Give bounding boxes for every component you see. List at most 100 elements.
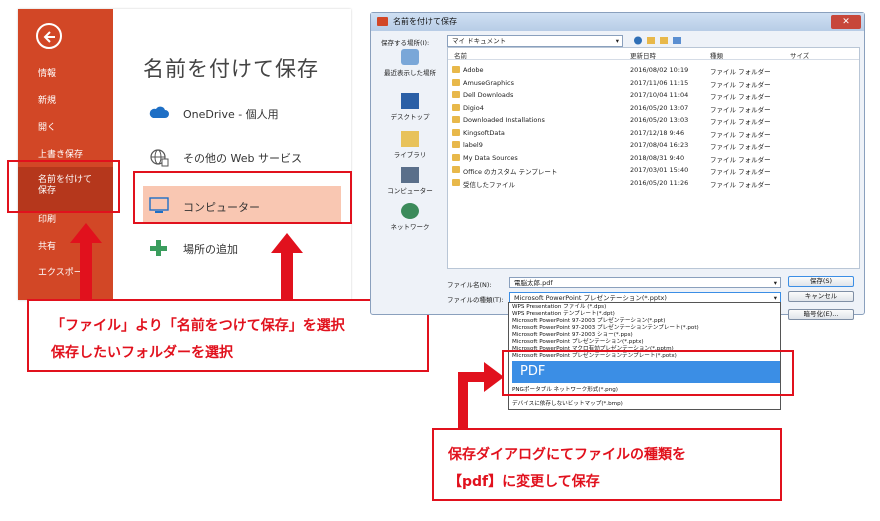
table-row[interactable]: 受信したファイル 2016/05/20 11:26 ファイル フォルダー <box>448 177 859 190</box>
file-type: ファイル フォルダー <box>710 168 771 176</box>
place-libraries[interactable]: ライブラリ <box>377 131 443 159</box>
location-label: 場所の追加 <box>183 243 238 256</box>
location-add-place[interactable]: 場所の追加 <box>143 228 343 268</box>
folder-icon <box>452 103 460 111</box>
table-row[interactable]: Adobe 2016/08/02 10:19 ファイル フォルダー <box>448 64 859 77</box>
column-date[interactable]: 更新日時 <box>630 50 656 60</box>
table-row[interactable]: Office のカスタム テンプレート 2017/03/01 15:40 ファイル … <box>448 164 859 177</box>
table-row[interactable]: Downloaded Installations 2016/05/20 13:03… <box>448 114 859 127</box>
file-date: 2017/12/18 9:46 <box>630 128 685 137</box>
file-date: 2016/05/20 13:07 <box>630 103 689 112</box>
folder-icon <box>452 66 460 73</box>
place-desktop[interactable]: デスクトップ <box>377 93 443 121</box>
highlight-save-as <box>7 160 120 213</box>
cancel-button[interactable]: キャンセル <box>788 291 854 302</box>
highlight-computer <box>133 171 352 224</box>
menu-new[interactable]: 新規 <box>38 96 56 107</box>
place-label: デスクトップ <box>390 113 430 121</box>
save-button[interactable]: 保存(S) <box>788 276 854 287</box>
filename-value: 電脳太郎.pdf <box>514 279 553 287</box>
encrypt-button[interactable]: 暗号化(E)... <box>788 309 854 320</box>
recent-places-icon <box>401 49 419 65</box>
file-name: 受信したファイル <box>463 180 515 189</box>
file-list[interactable]: 名前 更新日時 種類 サイズ Adobe 2016/08/02 10:19 ファイル… <box>447 47 860 269</box>
place-computer[interactable]: コンピューター <box>377 167 443 195</box>
menu-open[interactable]: 開く <box>38 123 56 134</box>
menu-share[interactable]: 共有 <box>38 242 56 253</box>
close-button[interactable]: ✕ <box>831 15 861 29</box>
column-size[interactable]: サイズ <box>790 50 809 60</box>
file-date: 2017/08/04 16:23 <box>630 141 689 149</box>
desktop-icon <box>401 93 419 109</box>
folder-icon <box>452 116 460 123</box>
save-in-value: マイ ドキュメント <box>452 37 507 45</box>
table-row[interactable]: Dell Downloads 2017/10/04 11:04 ファイル フォルダー <box>448 89 859 102</box>
file-type: ファイル フォルダー <box>710 93 771 101</box>
callout-right-line1: 保存ダイアログにてファイルの種類を <box>448 447 686 463</box>
place-network[interactable]: ネットワーク <box>377 203 443 231</box>
file-date: 2016/08/02 10:19 <box>630 66 689 74</box>
file-name: My Data Sources <box>463 153 518 162</box>
file-type: ファイル フォルダー <box>710 155 771 164</box>
places-bar: 最近表示した場所 デスクトップ ライブラリ コンピューター ネットワーク <box>377 49 443 269</box>
save-in-select[interactable]: マイ ドキュメント ▾ <box>447 35 623 47</box>
file-date: 2017/11/06 11:15 <box>630 78 689 87</box>
file-name: label9 <box>463 141 483 149</box>
view-menu-icon[interactable] <box>673 37 681 44</box>
list-item[interactable]: Microsoft PowerPoint プレゼンテーション(*.pptx) <box>512 339 644 346</box>
file-type: ファイル フォルダー <box>710 105 771 114</box>
table-row[interactable]: My Data Sources 2018/08/31 9:40 ファイル フォルダー <box>448 152 859 165</box>
menu-info[interactable]: 情報 <box>38 69 56 80</box>
file-date: 2018/08/31 9:40 <box>630 153 685 162</box>
list-item[interactable]: デバイスに依存しないビットマップ(*.bmp) <box>512 401 623 408</box>
arrow-up-icon <box>271 233 303 301</box>
new-folder-icon[interactable] <box>660 37 668 44</box>
table-row[interactable]: Digio4 2016/05/20 13:07 ファイル フォルダー <box>448 102 859 115</box>
table-row[interactable]: KingsoftData 2017/12/18 9:46 ファイル フォルダー <box>448 127 859 140</box>
back-icon[interactable] <box>634 36 642 45</box>
library-icon <box>401 131 419 147</box>
powerpoint-icon <box>377 17 388 26</box>
chevron-down-icon: ▾ <box>615 37 619 45</box>
folder-icon <box>452 141 460 148</box>
location-onedrive[interactable]: OneDrive - 個人用 <box>143 93 343 133</box>
filename-input[interactable]: 電脳太郎.pdf ▾ <box>509 277 781 288</box>
computer-icon <box>401 167 419 183</box>
table-row[interactable]: AmuseGraphics 2017/11/06 11:15 ファイル フォルダー <box>448 77 859 90</box>
save-in-label: 保存する場所(I): <box>381 39 430 47</box>
file-type: ファイル フォルダー <box>710 118 771 126</box>
toolbar-icons <box>634 36 681 45</box>
folder-icon <box>452 78 460 86</box>
column-type[interactable]: 種類 <box>710 50 723 60</box>
file-name: KingsoftData <box>463 128 505 137</box>
menu-print[interactable]: 印刷 <box>38 215 56 226</box>
callout-left-line2: 保存したいフォルダーを選択 <box>51 345 233 361</box>
place-label: 最近表示した場所 <box>384 69 436 77</box>
list-item[interactable]: WPS Presentation ファイル (*.dps) <box>512 304 606 311</box>
up-folder-icon[interactable] <box>647 37 655 44</box>
globe-icon <box>150 149 169 167</box>
list-item[interactable]: Microsoft PowerPoint 97-2003 プレゼンテーションテン… <box>512 325 699 332</box>
file-type: ファイル フォルダー <box>710 68 771 76</box>
place-label: ネットワーク <box>390 223 430 231</box>
column-name[interactable]: 名前 <box>454 50 467 60</box>
place-label: コンピューター <box>387 187 433 195</box>
callout-left-line1: 「ファイル」より「名前をつけて保存」を選択 <box>51 318 345 334</box>
place-recent[interactable]: 最近表示した場所 <box>377 49 443 77</box>
folder-icon <box>452 128 460 136</box>
file-date: 2017/10/04 11:04 <box>630 91 689 99</box>
list-item[interactable]: Microsoft PowerPoint 97-2003 ショー(*.pps) <box>512 332 633 339</box>
list-item[interactable]: Microsoft PowerPoint 97-2003 プレゼンテーション(*… <box>512 318 665 325</box>
file-name: Adobe <box>463 66 484 74</box>
plus-icon <box>150 240 167 256</box>
callout-right-line2: 【pdf】に変更して保存 <box>448 474 600 490</box>
table-row[interactable]: label9 2017/08/04 16:23 ファイル フォルダー <box>448 139 859 152</box>
list-item[interactable]: WPS Presentation テンプレート(*.dpt) <box>512 311 615 318</box>
file-type: ファイル フォルダー <box>710 180 771 189</box>
back-arrow-icon[interactable] <box>36 23 62 49</box>
filename-label: ファイル名(N): <box>447 281 492 289</box>
folder-icon <box>452 178 460 186</box>
callout-left: 「ファイル」より「名前をつけて保存」を選択 保存したいフォルダーを選択 <box>27 299 429 372</box>
file-name: Downloaded Installations <box>463 116 545 124</box>
file-date: 2017/03/01 15:40 <box>630 166 689 174</box>
